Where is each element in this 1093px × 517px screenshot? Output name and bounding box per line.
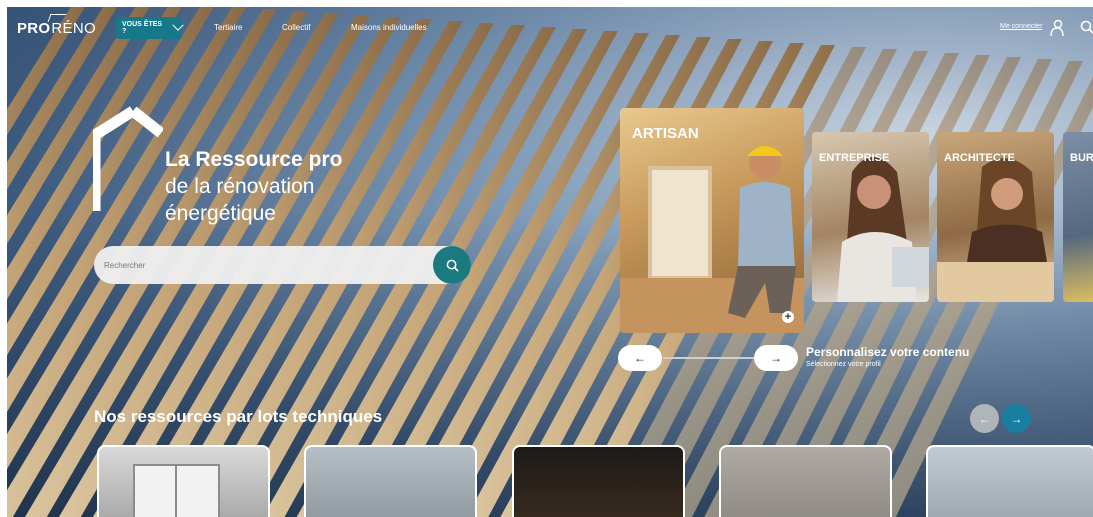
profile-label-entreprise: ENTREPRISE xyxy=(819,152,890,164)
hero-section: PRO RÉNO VOUS ÊTES ? Tertiaire Collectif… xyxy=(7,7,1093,517)
arrow-left-icon: ← xyxy=(634,351,646,365)
profile-label-artisan: ARTISAN xyxy=(632,125,699,142)
nav-link-maisons-individuelles[interactable]: Maisons individuelles xyxy=(351,23,427,32)
lot-card-5[interactable] xyxy=(926,445,1093,517)
hero-tagline-line1: La Ressource pro xyxy=(165,148,343,171)
lot-card-3[interactable] xyxy=(512,445,685,517)
search-icon xyxy=(446,259,459,272)
profile-label-bur: BUR xyxy=(1070,152,1093,164)
hero-search-bar xyxy=(94,246,471,284)
personalize-subtitle: Sélectionnez votre profil xyxy=(806,361,881,368)
nav-link-tertiaire[interactable]: Tertiaire xyxy=(214,23,242,32)
arrow-left-icon: ← xyxy=(978,411,991,426)
login-link[interactable]: Me connecter xyxy=(1000,23,1042,30)
personalize-title: Personnalisez votre contenu xyxy=(806,345,970,359)
search-icon[interactable] xyxy=(1080,20,1093,34)
top-navigation: PRO RÉNO VOUS ÊTES ? Tertiaire Collectif… xyxy=(7,7,1093,51)
hero-tagline-line2: de la rénovation xyxy=(165,175,315,198)
profile-card-artisan[interactable]: ARTISAN xyxy=(620,108,804,333)
arrow-right-icon: → xyxy=(1010,411,1023,426)
user-icon[interactable] xyxy=(1050,19,1064,37)
nav-link-collectif[interactable]: Collectif xyxy=(282,23,310,32)
hero-tagline-line3: énergétique xyxy=(165,202,276,225)
lots-prev-button[interactable]: ← xyxy=(970,404,999,433)
carousel-progress-track xyxy=(663,357,755,359)
profile-card-architecte[interactable]: ARCHITECTE xyxy=(937,132,1054,302)
plus-icon[interactable]: + xyxy=(782,311,794,323)
profile-label-architecte: ARCHITECTE xyxy=(944,152,1015,164)
lot-card-2[interactable] xyxy=(304,445,477,517)
vous-etes-label: VOUS ÊTES ? xyxy=(122,21,163,35)
lot-card-4[interactable] xyxy=(719,445,892,517)
house-logo-icon xyxy=(93,106,163,211)
profile-card-bur[interactable]: BUR xyxy=(1063,132,1093,302)
lots-section-title: Nos ressources par lots techniques xyxy=(94,407,383,426)
lot-card-1[interactable] xyxy=(97,445,270,517)
search-submit-button[interactable] xyxy=(433,246,471,284)
vous-etes-dropdown[interactable]: VOUS ÊTES ? xyxy=(116,17,184,39)
profile-card-entreprise[interactable]: ENTREPRISE xyxy=(812,132,929,302)
prореno-logo[interactable]: PRO RÉNO xyxy=(17,14,96,37)
carousel-next-button[interactable]: → xyxy=(754,345,798,371)
chevron-down-icon xyxy=(172,19,184,31)
logo-reno-text: RÉNO xyxy=(47,14,96,37)
lots-next-button[interactable]: → xyxy=(1002,404,1031,433)
arrow-right-icon: → xyxy=(770,351,782,365)
search-input[interactable] xyxy=(104,246,424,284)
logo-pro-text: PRO xyxy=(17,20,51,37)
carousel-prev-button[interactable]: ← xyxy=(618,345,662,371)
window-photo xyxy=(133,464,220,517)
